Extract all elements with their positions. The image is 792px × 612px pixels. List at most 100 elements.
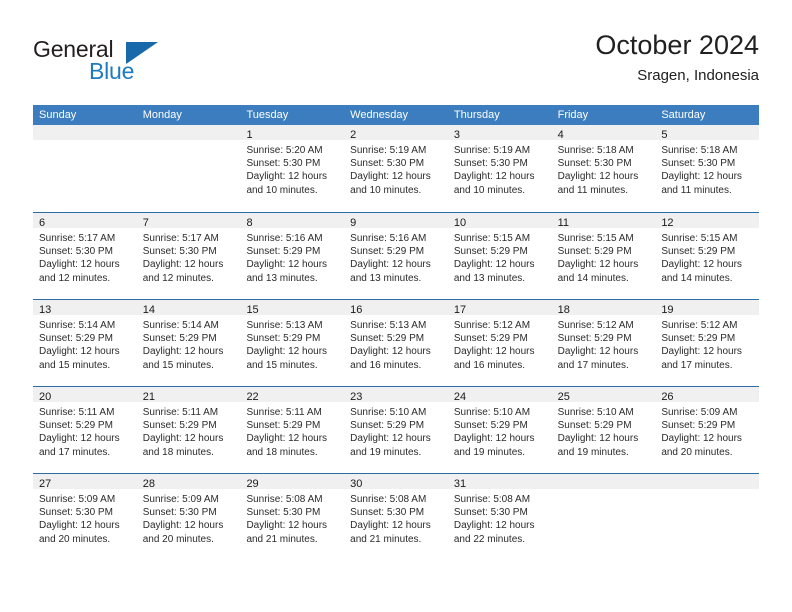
day-number: 28	[142, 478, 155, 490]
day-details: Sunrise: 5:16 AM Sunset: 5:29 PM Daylight:…	[344, 228, 448, 285]
day-number: 20	[39, 391, 52, 403]
daylight-text: Daylight: 12 hours	[39, 259, 120, 271]
weekday-wednesday: Wednesday	[350, 109, 409, 121]
generalblue-logo[interactable]: General Blue	[33, 36, 263, 92]
sunset-text: Sunset: 5:30 PM	[350, 507, 425, 519]
weekday-monday: Monday	[142, 109, 182, 121]
calendar-day-cell[interactable]: 10 Sunrise: 5:15 AM Sunset: 5:29 PM Dayligh…	[447, 213, 552, 299]
weekday-header-row: Sunday Monday Tuesday Wednesday Thursday…	[33, 105, 759, 125]
sunrise-text: Sunrise: 5:08 AM	[453, 494, 531, 505]
calendar-day-cell[interactable]: 6 Sunrise: 5:17 AM Sunset: 5:30 PM Daylight…	[33, 213, 137, 299]
calendar-day-cell[interactable]: 26 Sunrise: 5:09 AM Sunset: 5:29 PM Dayligh…	[655, 387, 760, 473]
day-number-strip: 28	[136, 474, 241, 490]
calendar-day-cell[interactable]: 14 Sunrise: 5:14 AM Sunset: 5:29 PM Dayligh…	[136, 300, 241, 386]
day-number: 27	[39, 478, 52, 490]
daylight-text-cont: and 20 minutes.	[39, 533, 111, 545]
day-number-strip: 6	[33, 213, 137, 229]
sunset-text: Sunset: 5:29 PM	[350, 420, 425, 432]
day-details: Sunrise: 5:13 AM Sunset: 5:29 PM Daylight:…	[344, 315, 448, 372]
day-details: Sunrise: 5:13 AM Sunset: 5:29 PM Daylight:…	[240, 315, 344, 372]
calendar-day-cell[interactable]: 16 Sunrise: 5:13 AM Sunset: 5:29 PM Dayligh…	[344, 300, 448, 386]
calendar-day-cell[interactable]: 13 Sunrise: 5:14 AM Sunset: 5:29 PM Dayligh…	[33, 300, 137, 386]
title-block: October 2024 Sragen, Indonesia	[595, 28, 759, 87]
calendar-day-cell[interactable]: 31 Sunrise: 5:08 AM Sunset: 5:30 PM Dayligh…	[447, 474, 552, 560]
calendar-day-cell[interactable]: 28 Sunrise: 5:09 AM Sunset: 5:30 PM Dayligh…	[136, 474, 241, 560]
calendar-day-cell[interactable]: 24 Sunrise: 5:10 AM Sunset: 5:29 PM Dayligh…	[447, 387, 552, 473]
calendar-day-cell[interactable]: 12 Sunrise: 5:15 AM Sunset: 5:29 PM Dayligh…	[655, 213, 760, 299]
day-number-strip: 27	[33, 474, 137, 490]
calendar-day-cell[interactable]: 21 Sunrise: 5:11 AM Sunset: 5:29 PM Dayligh…	[136, 387, 241, 473]
daylight-text-cont: and 21 minutes.	[350, 533, 422, 545]
sunrise-text: Sunrise: 5:12 AM	[557, 320, 634, 331]
day-details: Sunrise: 5:14 AM Sunset: 5:29 PM Daylight:…	[137, 315, 241, 372]
sunset-text: Sunset: 5:29 PM	[246, 333, 321, 345]
daylight-text: Daylight: 12 hours	[661, 346, 742, 358]
sunrise-text: Sunrise: 5:13 AM	[246, 320, 323, 331]
day-details: Sunrise: 5:10 AM Sunset: 5:29 PM Daylight:…	[344, 402, 448, 459]
calendar-day-cell[interactable]: 9 Sunrise: 5:16 AM Sunset: 5:29 PM Daylight…	[344, 213, 448, 299]
day-number-strip	[551, 474, 656, 489]
calendar-day-cell[interactable]: 7 Sunrise: 5:17 AM Sunset: 5:30 PM Daylight…	[136, 213, 241, 299]
calendar-day-cell[interactable]: 1 Sunrise: 5:20 AM Sunset: 5:30 PM Daylight…	[240, 125, 345, 212]
calendar-day-cell[interactable]: 2 Sunrise: 5:19 AM Sunset: 5:30 PM Daylight…	[344, 125, 448, 212]
sunrise-text: Sunrise: 5:19 AM	[453, 145, 531, 156]
calendar-day-cell[interactable]: 5 Sunrise: 5:18 AM Sunset: 5:30 PM Daylight…	[655, 125, 760, 212]
sunset-text: Sunset: 5:29 PM	[557, 420, 632, 432]
day-number-strip: 3	[447, 125, 552, 141]
day-details: Sunrise: 5:08 AM Sunset: 5:30 PM Daylight:…	[240, 489, 344, 546]
day-number-strip: 20	[33, 387, 137, 403]
calendar-day-cell[interactable]: 30 Sunrise: 5:08 AM Sunset: 5:30 PM Dayligh…	[344, 474, 448, 560]
calendar-day-cell-empty	[551, 474, 656, 560]
calendar-day-cell[interactable]: 27 Sunrise: 5:09 AM Sunset: 5:30 PM Dayligh…	[33, 474, 137, 560]
daylight-text-cont: and 10 minutes.	[246, 184, 318, 196]
calendar-day-cell[interactable]: 8 Sunrise: 5:16 AM Sunset: 5:29 PM Daylight…	[240, 213, 345, 299]
daylight-text: Daylight: 12 hours	[142, 259, 224, 271]
daylight-text-cont: and 12 minutes.	[39, 272, 111, 284]
day-number-strip: 9	[344, 213, 448, 229]
calendar-day-cell[interactable]: 23 Sunrise: 5:10 AM Sunset: 5:29 PM Dayligh…	[344, 387, 448, 473]
day-number: 14	[142, 304, 155, 316]
daylight-text-cont: and 14 minutes.	[557, 272, 629, 284]
daylight-text-cont: and 19 minutes.	[350, 446, 422, 458]
sunset-text: Sunset: 5:29 PM	[557, 333, 632, 345]
calendar-day-cell[interactable]: 17 Sunrise: 5:12 AM Sunset: 5:29 PM Dayligh…	[447, 300, 552, 386]
day-details: Sunrise: 5:19 AM Sunset: 5:30 PM Daylight:…	[344, 140, 448, 197]
sunset-text: Sunset: 5:29 PM	[453, 333, 528, 345]
day-number: 10	[453, 217, 467, 229]
daylight-text: Daylight: 12 hours	[246, 259, 328, 271]
calendar-day-cell[interactable]: 3 Sunrise: 5:19 AM Sunset: 5:30 PM Daylight…	[447, 125, 552, 212]
calendar-day-cell[interactable]: 25 Sunrise: 5:10 AM Sunset: 5:29 PM Dayligh…	[551, 387, 656, 473]
daylight-text: Daylight: 12 hours	[142, 346, 224, 358]
daylight-text: Daylight: 12 hours	[39, 433, 120, 445]
daylight-text-cont: and 17 minutes.	[39, 446, 111, 458]
calendar-day-cell[interactable]: 19 Sunrise: 5:12 AM Sunset: 5:29 PM Dayligh…	[655, 300, 760, 386]
sunrise-text: Sunrise: 5:11 AM	[142, 407, 219, 418]
sunrise-text: Sunrise: 5:20 AM	[246, 145, 323, 156]
calendar-day-cell[interactable]: 4 Sunrise: 5:18 AM Sunset: 5:30 PM Daylight…	[551, 125, 656, 212]
daylight-text-cont: and 10 minutes.	[350, 184, 422, 196]
sunset-text: Sunset: 5:30 PM	[246, 507, 321, 519]
daylight-text: Daylight: 12 hours	[246, 433, 328, 445]
calendar-weeks: 1 Sunrise: 5:20 AM Sunset: 5:30 PM Daylight…	[33, 125, 760, 560]
day-number: 26	[661, 391, 674, 403]
day-number: 4	[557, 129, 564, 141]
sunrise-text: Sunrise: 5:14 AM	[39, 320, 116, 331]
calendar-week-row: 1 Sunrise: 5:20 AM Sunset: 5:30 PM Daylight…	[33, 125, 760, 212]
calendar-day-cell[interactable]: 15 Sunrise: 5:13 AM Sunset: 5:29 PM Dayligh…	[240, 300, 345, 386]
daylight-text: Daylight: 12 hours	[350, 433, 431, 445]
calendar-day-cell[interactable]: 18 Sunrise: 5:12 AM Sunset: 5:29 PM Dayligh…	[551, 300, 656, 386]
daylight-text: Daylight: 12 hours	[246, 346, 328, 358]
sunrise-text: Sunrise: 5:18 AM	[557, 145, 634, 156]
day-number: 7	[142, 217, 149, 229]
calendar-day-cell[interactable]: 11 Sunrise: 5:15 AM Sunset: 5:29 PM Dayligh…	[551, 213, 656, 299]
day-details: Sunrise: 5:08 AM Sunset: 5:30 PM Daylight:…	[344, 489, 448, 546]
calendar-day-cell[interactable]: 22 Sunrise: 5:11 AM Sunset: 5:29 PM Dayligh…	[240, 387, 345, 473]
sunrise-text: Sunrise: 5:17 AM	[39, 233, 116, 244]
calendar-day-cell[interactable]: 29 Sunrise: 5:08 AM Sunset: 5:30 PM Dayligh…	[240, 474, 345, 560]
sunset-text: Sunset: 5:29 PM	[350, 333, 425, 345]
day-number-strip: 14	[136, 300, 241, 316]
calendar-day-cell[interactable]: 20 Sunrise: 5:11 AM Sunset: 5:29 PM Dayligh…	[33, 387, 137, 473]
daylight-text: Daylight: 12 hours	[557, 433, 639, 445]
day-details: Sunrise: 5:10 AM Sunset: 5:29 PM Daylight:…	[552, 402, 656, 459]
daylight-text: Daylight: 12 hours	[39, 346, 120, 358]
